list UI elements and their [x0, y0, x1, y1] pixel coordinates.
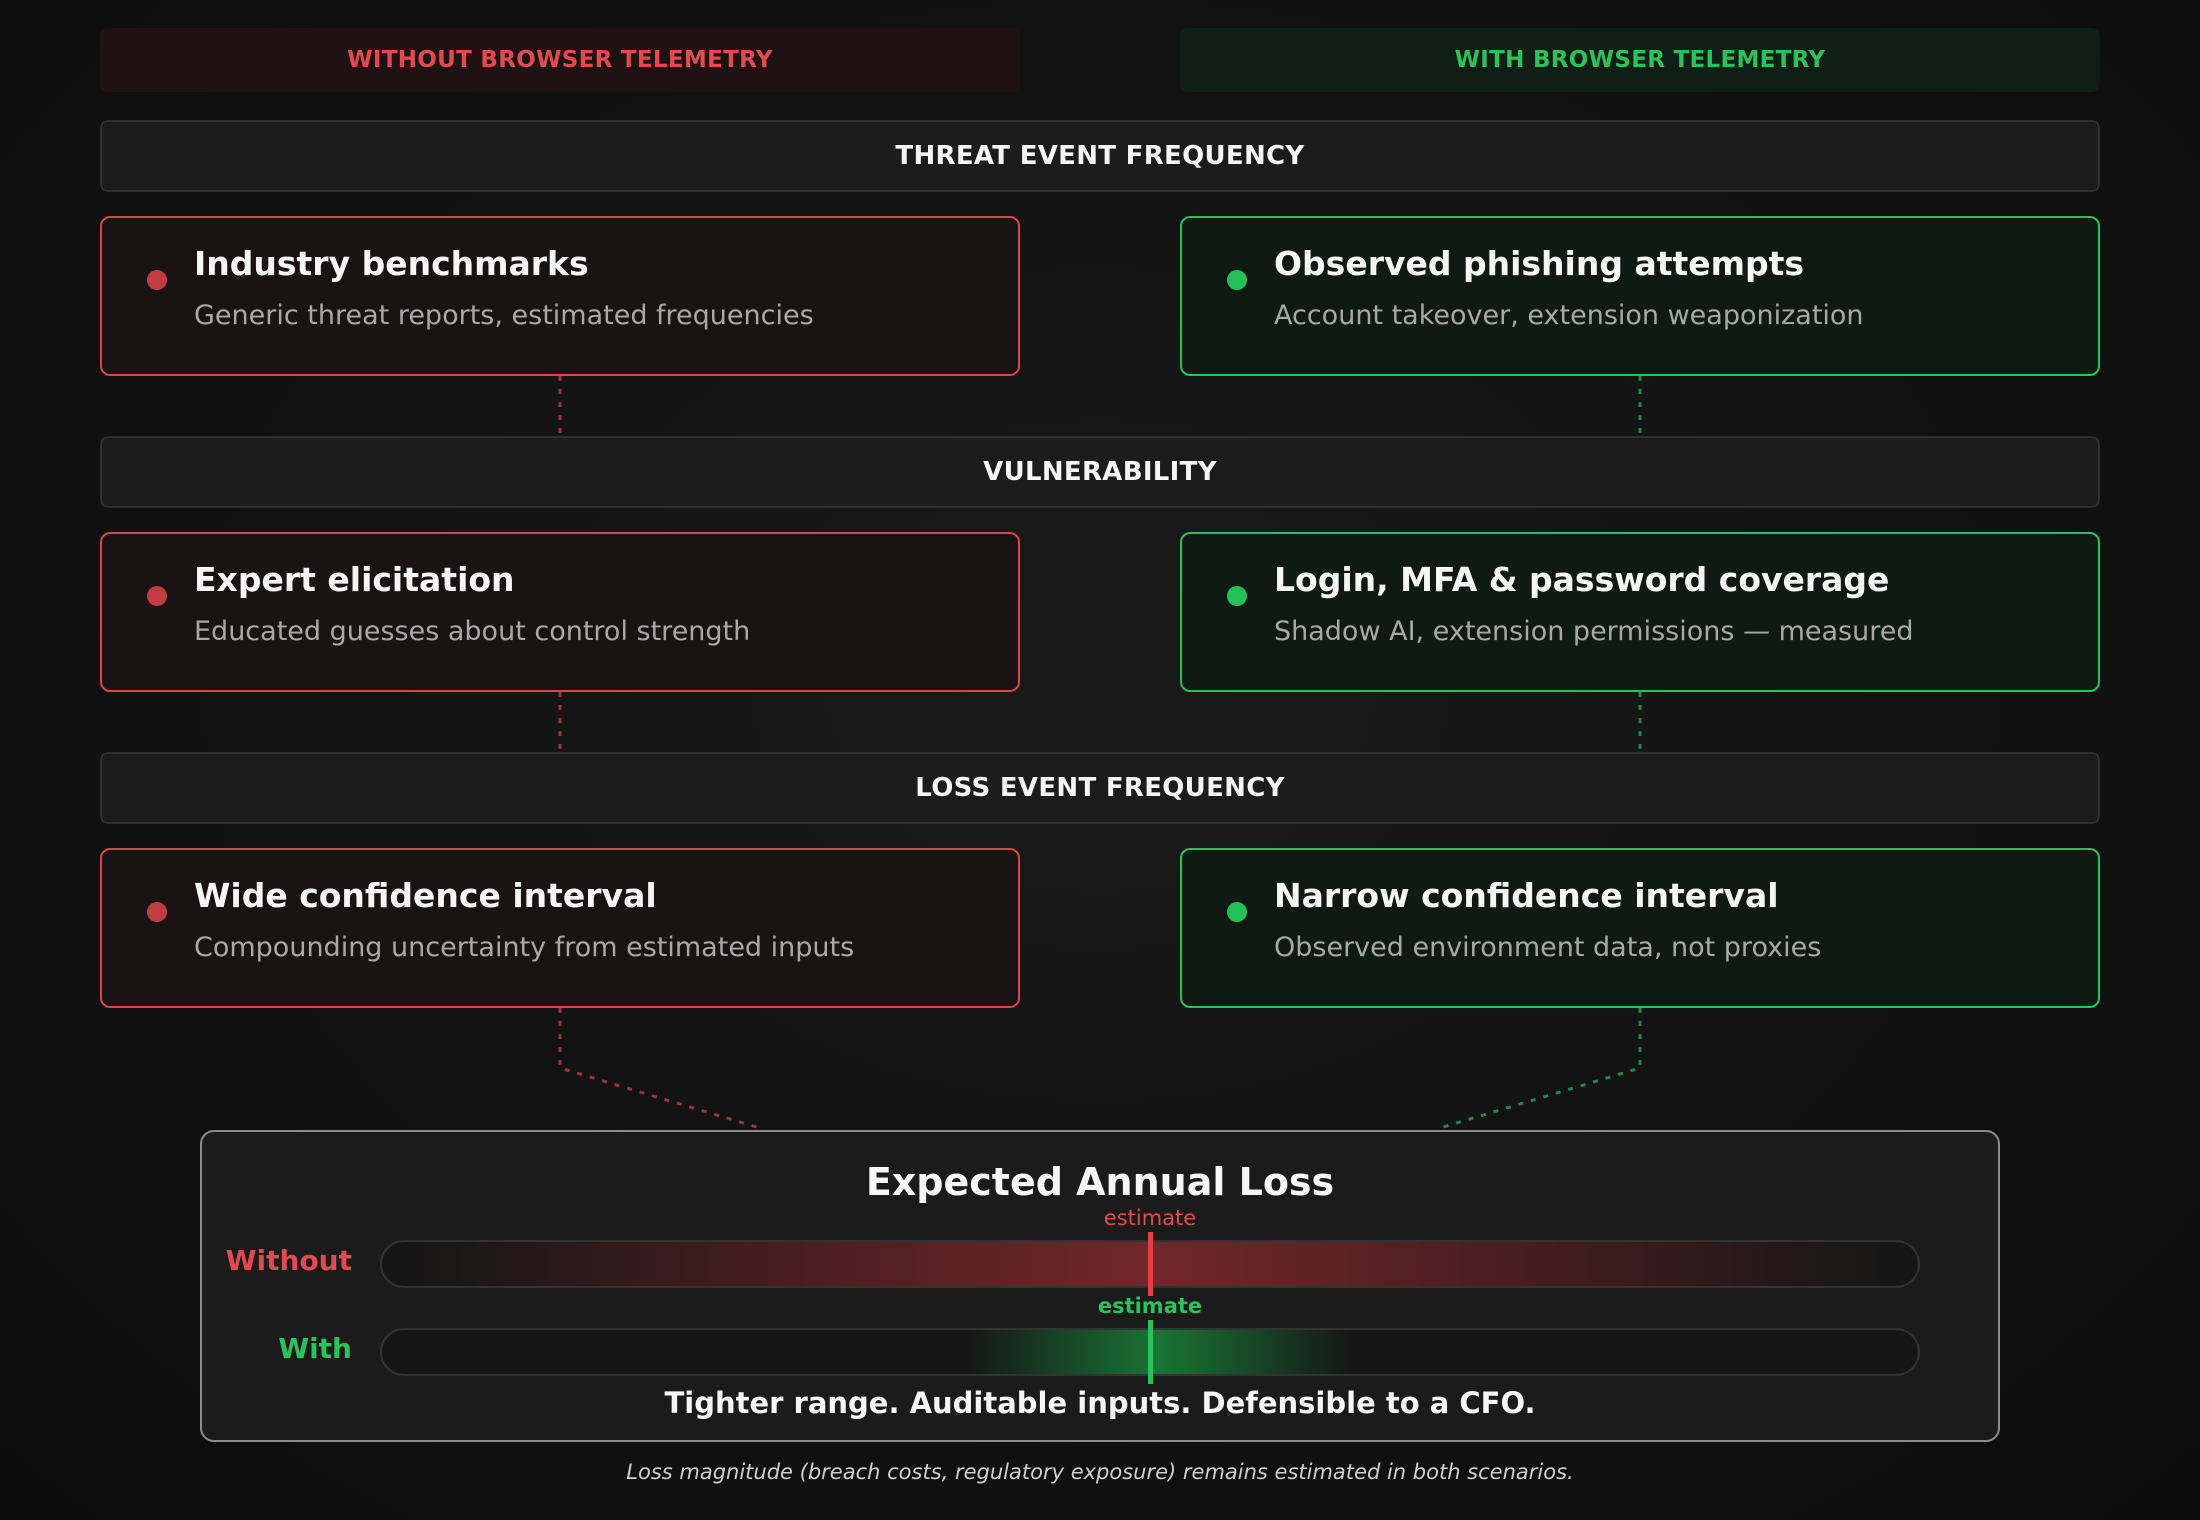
card-title: Narrow confidence interval	[1274, 876, 1779, 915]
card-with-threat: Observed phishing attempts Account takeo…	[1180, 216, 2100, 376]
connector-red-3	[558, 1008, 761, 1130]
expected-annual-loss-panel: Expected Annual Loss Without estimate Wi…	[200, 1130, 2000, 1442]
card-with-loss: Narrow confidence interval Observed envi…	[1180, 848, 2100, 1008]
card-title: Industry benchmarks	[194, 244, 589, 283]
card-subtitle: Observed environment data, not proxies	[1274, 931, 1822, 963]
status-dot-green	[1227, 902, 1247, 922]
status-dot-green	[1227, 586, 1247, 606]
section-loss-event-frequency: LOSS EVENT FREQUENCY	[100, 752, 2100, 824]
card-title: Wide confidence interval	[194, 876, 657, 915]
card-subtitle: Account takeover, extension weaponizatio…	[1274, 299, 1864, 331]
card-with-vulnerability: Login, MFA & password coverage Shadow AI…	[1180, 532, 2100, 692]
card-title: Expert elicitation	[194, 560, 515, 599]
panel-title: Expected Annual Loss	[865, 1160, 1335, 1204]
estimate-marker-without	[1148, 1232, 1153, 1296]
card-without-threat: Industry benchmarks Generic threat repor…	[100, 216, 1020, 376]
range-fill-with	[967, 1330, 1353, 1374]
status-dot-red	[147, 270, 167, 290]
status-dot-green	[1227, 270, 1247, 290]
card-subtitle: Educated guesses about control strength	[194, 615, 751, 647]
section-vulnerability: VULNERABILITY	[100, 436, 2100, 508]
section-threat-event-frequency: THREAT EVENT FREQUENCY	[100, 120, 2100, 192]
card-without-loss: Wide confidence interval Compounding unc…	[100, 848, 1020, 1008]
footnote: Loss magnitude (breach costs, regulatory…	[626, 1460, 1574, 1484]
status-dot-red	[147, 586, 167, 606]
card-title: Observed phishing attempts	[1274, 244, 1805, 283]
with-label: With	[278, 1332, 352, 1365]
card-subtitle: Generic threat reports, estimated freque…	[194, 299, 814, 331]
card-title: Login, MFA & password coverage	[1274, 560, 1890, 599]
connector-green-3	[1439, 1008, 1642, 1130]
estimate-label-without: estimate	[1103, 1206, 1197, 1230]
estimate-label-with: estimate	[1097, 1294, 1203, 1318]
card-subtitle: Shadow AI, extension permissions — measu…	[1274, 615, 1914, 647]
card-subtitle: Compounding uncertainty from estimated i…	[194, 931, 855, 963]
card-without-vulnerability: Expert elicitation Educated guesses abou…	[100, 532, 1020, 692]
without-label: Without	[225, 1244, 352, 1277]
panel-tagline: Tighter range. Auditable inputs. Defensi…	[664, 1386, 1536, 1420]
estimate-marker-with	[1148, 1320, 1153, 1384]
status-dot-red	[147, 902, 167, 922]
